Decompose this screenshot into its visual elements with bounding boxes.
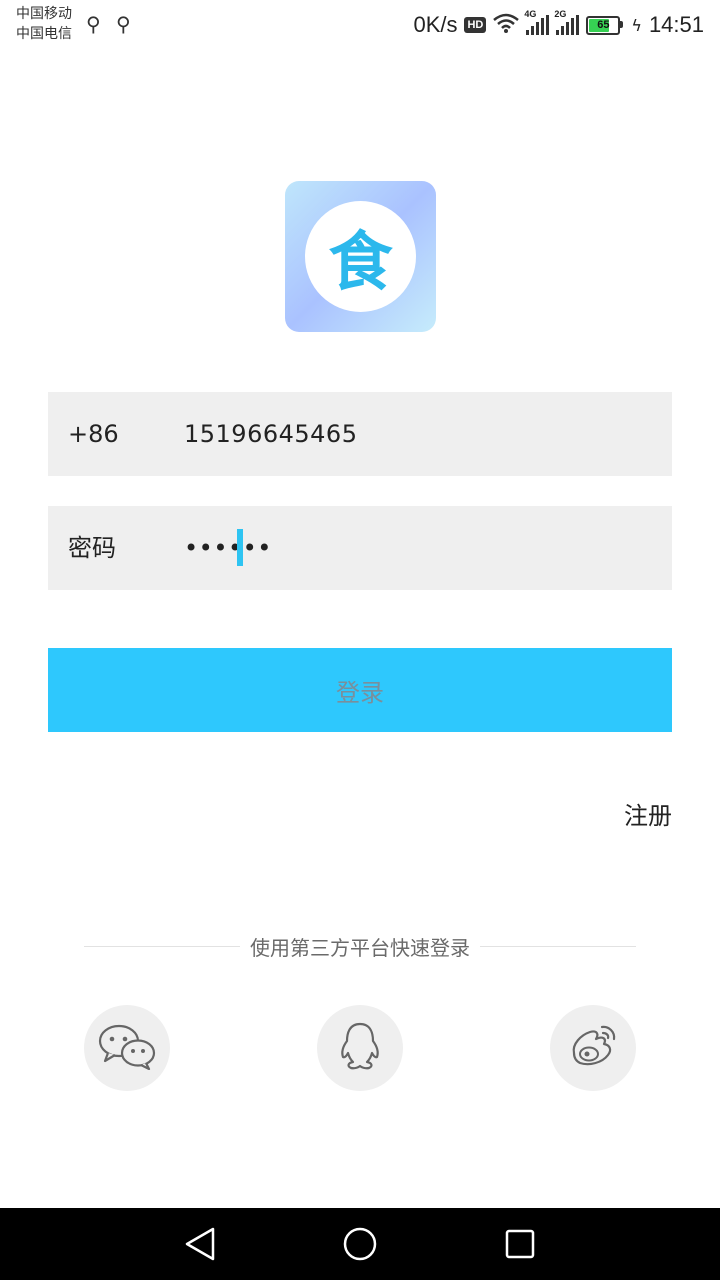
home-button[interactable] [340, 1224, 380, 1264]
back-icon [185, 1227, 215, 1261]
qq-login-button[interactable] [317, 1005, 403, 1091]
recents-button[interactable] [500, 1224, 540, 1264]
country-code[interactable]: +86 [68, 392, 119, 476]
sim2-network-label: 2G [554, 9, 567, 19]
hd-badge: HD [464, 17, 487, 33]
carrier-2: 中国电信 [16, 26, 72, 42]
signal-icon: 4G [524, 9, 550, 35]
qq-icon [338, 1021, 382, 1075]
phone-input[interactable]: 15196645465 [184, 392, 357, 476]
logo-glyph: 食 [328, 225, 393, 300]
usb-icon: ⚲ [116, 12, 131, 36]
wechat-login-button[interactable] [84, 1005, 170, 1091]
clock: 14:51 [648, 12, 704, 37]
login-button[interactable]: 登录 [48, 648, 672, 732]
password-input[interactable]: •••••• [184, 506, 272, 590]
carrier-1: 中国移动 [16, 6, 72, 22]
battery-icon: 65 [586, 15, 624, 35]
charging-icon: ϟ [631, 15, 642, 35]
phone-field[interactable]: +86 15196645465 [48, 392, 672, 476]
text-caret [237, 529, 243, 566]
battery-level: 65 [597, 19, 610, 31]
third-party-heading: 使用第三方平台快速登录 [0, 932, 720, 961]
password-field[interactable]: 密码 •••••• [48, 506, 672, 590]
register-link[interactable]: 注册 [624, 796, 672, 831]
signal-icon: 2G [554, 9, 580, 35]
back-button[interactable] [180, 1224, 220, 1264]
wifi-icon [493, 13, 520, 37]
navigation-bar [0, 1208, 720, 1280]
network-speed: 0K/s [413, 12, 458, 37]
app-logo: 食 [285, 181, 436, 332]
sim1-network-label: 4G [524, 9, 537, 19]
carrier-names: 中国移动 中国电信 [16, 4, 72, 44]
wechat-icon [96, 1022, 158, 1074]
recents-icon [505, 1229, 535, 1259]
password-label: 密码 [68, 534, 116, 562]
weibo-login-button[interactable] [550, 1005, 636, 1091]
weibo-icon [567, 1023, 619, 1073]
home-icon [343, 1227, 377, 1261]
third-party-heading-text: 使用第三方平台快速登录 [240, 936, 480, 960]
status-bar: 中国移动 中国电信 ⚲ ⚲ 0K/s HD 4G 2G 65 ϟ 14:51 [0, 0, 720, 50]
usb-icon: ⚲ [86, 12, 101, 36]
